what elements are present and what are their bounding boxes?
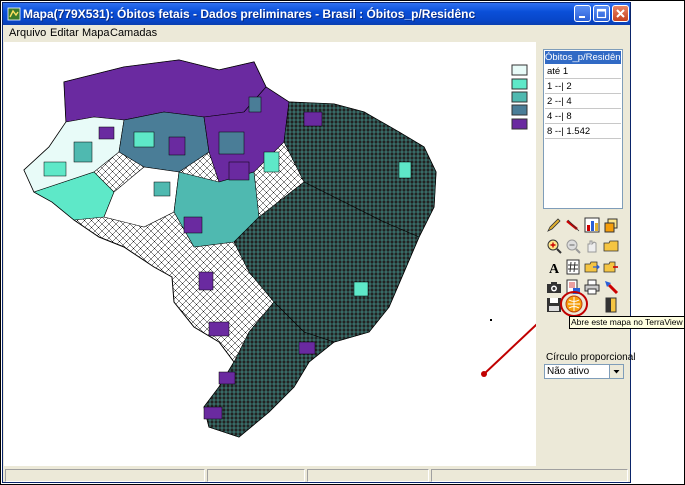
export-icon[interactable] xyxy=(603,259,619,275)
proportional-circle-label: Círculo proporcional xyxy=(546,352,636,363)
highlight-circle xyxy=(560,291,588,317)
status-bar xyxy=(3,467,630,482)
map-window: Mapa(779X531): Óbitos fetais - Dados pre… xyxy=(2,2,685,483)
legend-header[interactable]: Óbitos_p/Residênc xyxy=(545,51,621,64)
map-canvas[interactable] xyxy=(4,42,553,466)
legend-row[interactable]: 1 --| 2 xyxy=(545,80,621,94)
minimize-icon xyxy=(579,16,585,18)
window-title: Mapa(779X531): Óbitos fetais - Dados pre… xyxy=(23,7,476,21)
menu-editar[interactable]: Editar xyxy=(50,27,79,39)
legend-panel[interactable]: Óbitos_p/Residênc até 1 1 --| 2 2 --| 4 … xyxy=(543,49,623,209)
menu-bar: Arquivo Editar Mapa Camadas xyxy=(3,25,630,41)
zoom-out-icon[interactable] xyxy=(565,238,581,254)
close-button[interactable] xyxy=(612,5,629,22)
eraser-icon[interactable] xyxy=(565,217,581,233)
hash-grid-icon[interactable] xyxy=(565,259,581,275)
exit-door-icon[interactable] xyxy=(603,297,619,313)
status-cell xyxy=(5,469,205,482)
swatch-5 xyxy=(511,118,528,130)
dropdown-arrow-button[interactable] xyxy=(609,365,623,378)
pencil-icon[interactable] xyxy=(546,217,562,233)
menu-mapa[interactable]: Mapa xyxy=(82,27,110,39)
status-cell xyxy=(431,469,628,482)
swatch-3 xyxy=(511,91,528,103)
layers-icon[interactable] xyxy=(603,217,619,233)
menu-arquivo[interactable]: Arquivo xyxy=(9,27,46,39)
legend-row[interactable]: 2 --| 4 xyxy=(545,95,621,109)
move-folder-icon[interactable] xyxy=(584,259,600,275)
annotation-arrow xyxy=(481,309,553,377)
status-cell xyxy=(207,469,305,482)
proportional-circle-value: Não ativo xyxy=(547,366,590,377)
open-folder-icon[interactable] xyxy=(603,238,619,254)
terraview-tooltip: Abre este mapa no TerraView xyxy=(569,316,685,329)
zoom-in-icon[interactable] xyxy=(546,238,562,254)
minimize-button[interactable] xyxy=(574,5,591,22)
pan-hand-icon[interactable] xyxy=(584,238,600,254)
svg-text:A: A xyxy=(549,262,560,275)
pointer-icon[interactable] xyxy=(603,279,619,295)
legend-row[interactable]: 4 --| 8 xyxy=(545,110,621,124)
close-icon xyxy=(616,9,625,18)
legend-row[interactable]: até 1 xyxy=(545,65,621,79)
swatch-2 xyxy=(511,78,528,90)
proportional-circle-select[interactable]: Não ativo xyxy=(544,364,624,379)
title-bar[interactable]: Mapa(779X531): Óbitos fetais - Dados pre… xyxy=(3,3,630,25)
swatch-1 xyxy=(511,64,528,76)
legend-row[interactable]: 8 --| 1.542 xyxy=(545,125,621,139)
brazil-map[interactable] xyxy=(4,42,553,466)
map-legend-swatches xyxy=(511,64,528,130)
maximize-icon xyxy=(596,8,607,19)
chart-icon[interactable] xyxy=(584,217,600,233)
maximize-button[interactable] xyxy=(593,5,610,22)
map-point xyxy=(490,319,492,321)
status-cell xyxy=(307,469,429,482)
menu-camadas[interactable]: Camadas xyxy=(110,27,157,39)
text-icon[interactable]: A xyxy=(546,259,562,275)
swatch-4 xyxy=(511,104,528,116)
app-icon xyxy=(7,7,21,21)
chevron-down-icon xyxy=(613,370,620,374)
